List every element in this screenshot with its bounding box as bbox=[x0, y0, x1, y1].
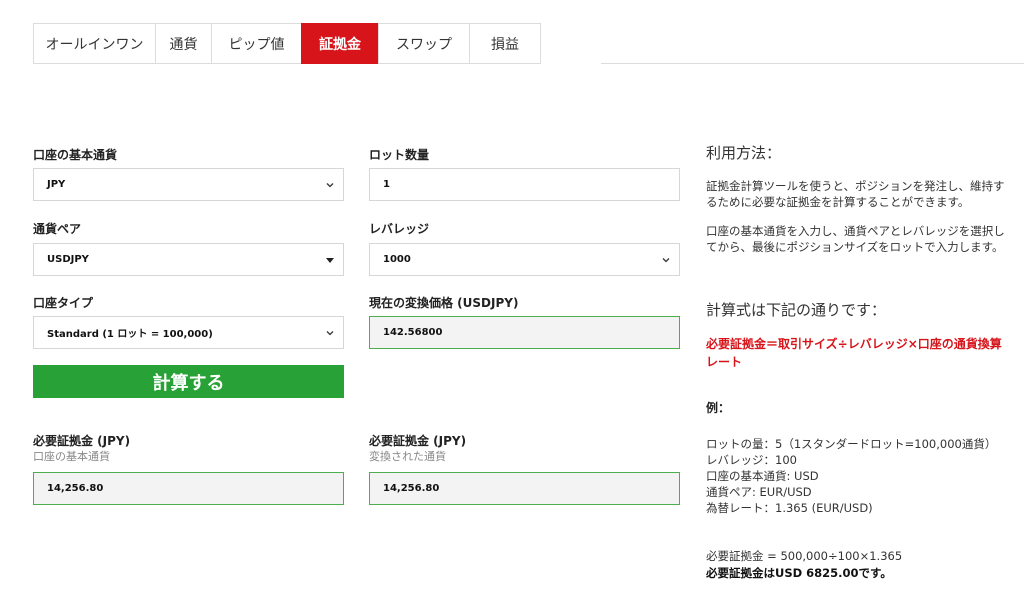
margin-base-label: 必要証拠金 (JPY) bbox=[33, 434, 131, 448]
tab-swap[interactable]: スワップ bbox=[378, 23, 469, 64]
margin-converted-label: 必要証拠金 (JPY) bbox=[369, 434, 467, 448]
margin-converted-output: 14,256.80 bbox=[369, 472, 680, 505]
pair-select[interactable]: USDJPY bbox=[33, 243, 344, 276]
lot-input[interactable]: 1 bbox=[369, 168, 680, 201]
formula-text: 必要証拠金＝取引サイズ÷レバレッジ×口座の通貨換算レート bbox=[706, 337, 1002, 369]
example-line: 通貨ペア: EUR/USD bbox=[706, 485, 812, 499]
calculator-tabs: オールインワン 通貨 ピップ値 証拠金 スワップ 損益 bbox=[33, 23, 541, 64]
margin-converted-sublabel: 変換された通貨 bbox=[369, 450, 446, 463]
rate-output: 142.56800 bbox=[369, 316, 680, 349]
example-line: 為替レート：1.365 (EUR/USD) bbox=[706, 501, 873, 515]
leverage-select[interactable]: 1000 bbox=[369, 243, 680, 276]
example-result-line: 必要証拠金はUSD 6825.00です。 bbox=[706, 566, 892, 580]
tab-currency[interactable]: 通貨 bbox=[155, 23, 211, 64]
usage-paragraph-1: 証拠金計算ツールを使うと、ポジションを発注し、維持するために必要な証拠金を計算す… bbox=[706, 179, 1005, 209]
tab-profit-loss[interactable]: 損益 bbox=[469, 23, 541, 64]
tabs-divider bbox=[601, 63, 1024, 64]
example-title: 例： bbox=[706, 401, 731, 415]
base-currency-value: JPY bbox=[47, 179, 66, 190]
account-type-value: Standard (1 ロット = 100,000) bbox=[47, 329, 213, 340]
tab-all-in-one[interactable]: オールインワン bbox=[33, 23, 155, 64]
calculate-button[interactable]: 計算する bbox=[33, 365, 344, 398]
pair-value: USDJPY bbox=[47, 254, 89, 265]
account-type-label: 口座タイプ bbox=[33, 296, 94, 310]
leverage-value: 1000 bbox=[383, 254, 411, 265]
tab-pip-value[interactable]: ピップ値 bbox=[211, 23, 301, 64]
example-line: レバレッジ：100 bbox=[706, 453, 797, 467]
margin-base-output: 14,256.80 bbox=[33, 472, 344, 505]
example-calc-line: 必要証拠金 = 500,000÷100×1.365 bbox=[706, 549, 903, 563]
usage-paragraph-2: 口座の基本通貨を入力し、通貨ペアとレバレッジを選択してから、最後にポジションサイ… bbox=[706, 224, 1005, 254]
account-type-select[interactable]: Standard (1 ロット = 100,000) bbox=[33, 316, 344, 349]
pair-label: 通貨ペア bbox=[33, 222, 82, 236]
rate-value: 142.56800 bbox=[383, 327, 443, 338]
rate-label: 現在の変換価格 (USDJPY) bbox=[369, 296, 519, 310]
margin-base-sublabel: 口座の基本通貨 bbox=[33, 450, 110, 463]
chevron-down-icon bbox=[326, 331, 334, 336]
usage-title: 利用方法： bbox=[706, 144, 782, 162]
lot-label: ロット数量 bbox=[369, 148, 430, 162]
base-currency-label: 口座の基本通貨 bbox=[33, 148, 118, 162]
example-line: ロットの量：5（1スタンダードロット=100,000通貨） bbox=[706, 437, 997, 451]
formula-title: 計算式は下記の通りです： bbox=[706, 301, 887, 319]
base-currency-select[interactable]: JPY bbox=[33, 168, 344, 201]
tab-margin[interactable]: 証拠金 bbox=[301, 23, 378, 64]
chevron-down-icon bbox=[326, 183, 334, 188]
margin-converted-value: 14,256.80 bbox=[383, 483, 440, 494]
lot-value: 1 bbox=[383, 179, 390, 190]
leverage-label: レバレッジ bbox=[369, 222, 430, 236]
example-list: ロットの量：5（1スタンダードロット=100,000通貨） レバレッジ：100 … bbox=[706, 436, 1011, 516]
chevron-down-icon bbox=[662, 258, 670, 263]
caret-down-icon bbox=[326, 258, 334, 263]
margin-base-value: 14,256.80 bbox=[47, 483, 104, 494]
example-line: 口座の基本通貨: USD bbox=[706, 469, 819, 483]
